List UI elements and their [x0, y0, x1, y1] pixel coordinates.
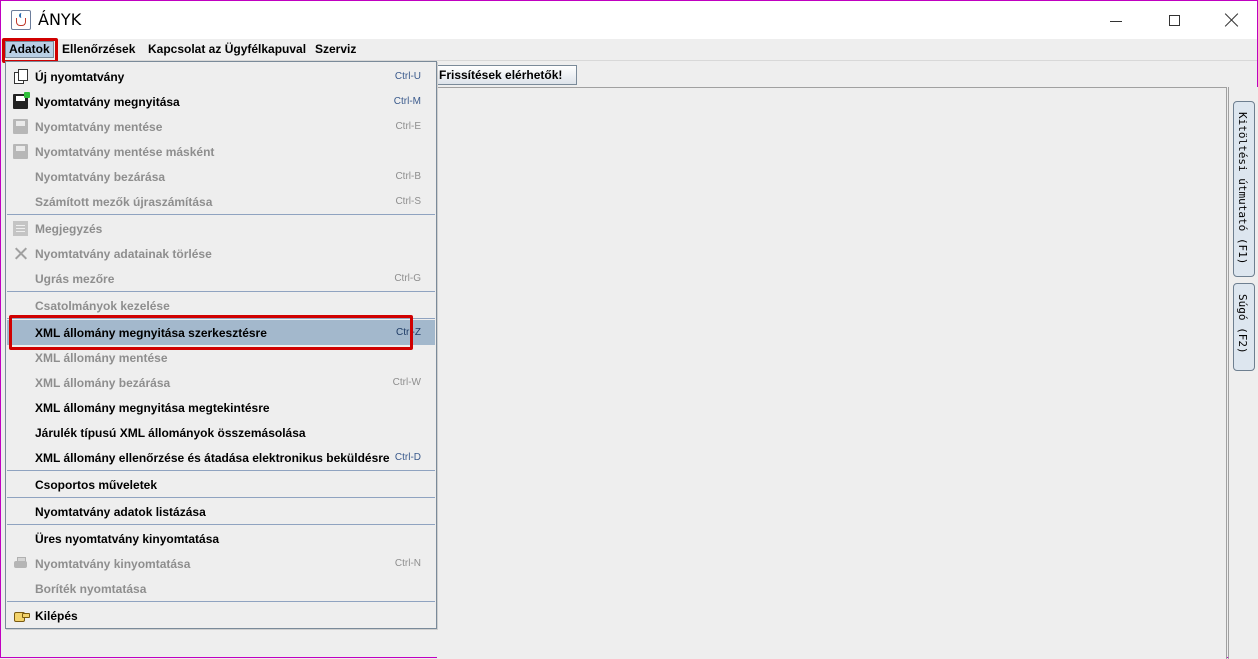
exit-hand-icon — [13, 608, 30, 623]
menu-item-open-form[interactable]: Nyomtatvány megnyitása Ctrl-M — [7, 89, 435, 114]
menu-item-open-xml-for-viewing[interactable]: XML állomány megnyitása megtekintésre — [7, 395, 435, 420]
printer-icon — [13, 556, 28, 571]
new-document-icon — [13, 69, 28, 84]
menu-item-list-form-data[interactable]: Nyomtatvány adatok listázása — [7, 499, 435, 524]
note-icon — [13, 221, 28, 236]
close-icon — [1225, 13, 1239, 27]
save-as-icon — [13, 144, 28, 159]
tab-filling-guide-label: Kitöltési útmutató (F1) — [1236, 112, 1249, 265]
side-tab-panel: Kitöltési útmutató (F1) Súgó (F2) — [1228, 87, 1258, 659]
menu-item-delete-form-data: Nyomtatvány adatainak törlése — [7, 241, 435, 266]
tab-help[interactable]: Súgó (F2) — [1233, 283, 1255, 371]
menu-separator — [7, 524, 435, 525]
menu-item-close-xml: XML állomány bezárása Ctrl-W — [35, 376, 421, 390]
menu-ellenorzesek[interactable]: Ellenőrzések — [59, 41, 138, 58]
menu-item-merge-contribution-xml[interactable]: Járulék típusú XML állományok összemásol… — [7, 420, 435, 445]
updates-available-button[interactable]: Frissítések elérhetők! — [435, 65, 577, 85]
delete-icon — [13, 246, 28, 261]
floppy-open-icon — [13, 92, 30, 109]
tab-help-label: Súgó (F2) — [1236, 294, 1249, 354]
menu-item-new-form[interactable]: Új nyomtatvány Ctrl-U — [7, 64, 435, 89]
menu-item-go-to-field: Ugrás mezőre Ctrl-G — [35, 272, 421, 286]
tab-filling-guide[interactable]: Kitöltési útmutató (F1) — [1233, 101, 1255, 277]
java-app-icon — [11, 10, 31, 30]
menu-separator — [7, 601, 435, 602]
menu-item-close-form: Nyomtatvány bezárása Ctrl-B — [35, 170, 421, 184]
menu-kapcsolat-ugyfelkapuval[interactable]: Kapcsolat az Ügyfélkapuval — [145, 41, 309, 58]
menu-separator — [7, 470, 435, 471]
minimize-icon — [1110, 20, 1122, 22]
menu-separator — [7, 214, 435, 215]
minimize-button[interactable] — [1093, 1, 1139, 39]
menu-item-recalculate-fields: Számított mezők újraszámítása Ctrl-S — [35, 195, 421, 209]
menu-item-batch-operations[interactable]: Csoportos műveletek — [7, 472, 435, 497]
menu-item-exit[interactable]: Kilépés — [7, 603, 435, 628]
menu-highlight-marker — [2, 38, 58, 63]
menu-separator — [7, 291, 435, 292]
maximize-icon — [1168, 14, 1180, 26]
menu-separator — [7, 497, 435, 498]
menu-bar: Adatok Ellenőrzések Kapcsolat az Ügyfélk… — [1, 39, 1257, 61]
menu-item-print-empty-form[interactable]: Üres nyomtatvány kinyomtatása — [7, 526, 435, 551]
close-button[interactable] — [1209, 1, 1255, 39]
maximize-button[interactable] — [1151, 1, 1197, 39]
app-window: ÁNYK Adatok Ellenőrzések Kapcsolat az Üg… — [0, 0, 1258, 659]
menu-item-save-form: Nyomtatvány mentése Ctrl-E — [7, 114, 435, 139]
selected-item-highlight-marker — [9, 315, 413, 350]
menu-item-print-form: Nyomtatvány kinyomtatása Ctrl-N — [7, 551, 435, 576]
window-title: ÁNYK — [38, 10, 82, 29]
title-bar: ÁNYK — [1, 1, 1257, 39]
save-icon — [13, 119, 28, 134]
menu-item-print-envelope: Boríték nyomtatása — [35, 582, 147, 596]
menu-item-save-form-as: Nyomtatvány mentése másként — [7, 139, 435, 164]
form-content-area — [437, 87, 1227, 659]
menu-szerviz[interactable]: Szerviz — [312, 41, 359, 58]
menu-item-note: Megjegyzés — [7, 216, 435, 241]
menu-item-check-and-submit-xml[interactable]: XML állomány ellenőrzése és átadása elek… — [7, 445, 435, 470]
